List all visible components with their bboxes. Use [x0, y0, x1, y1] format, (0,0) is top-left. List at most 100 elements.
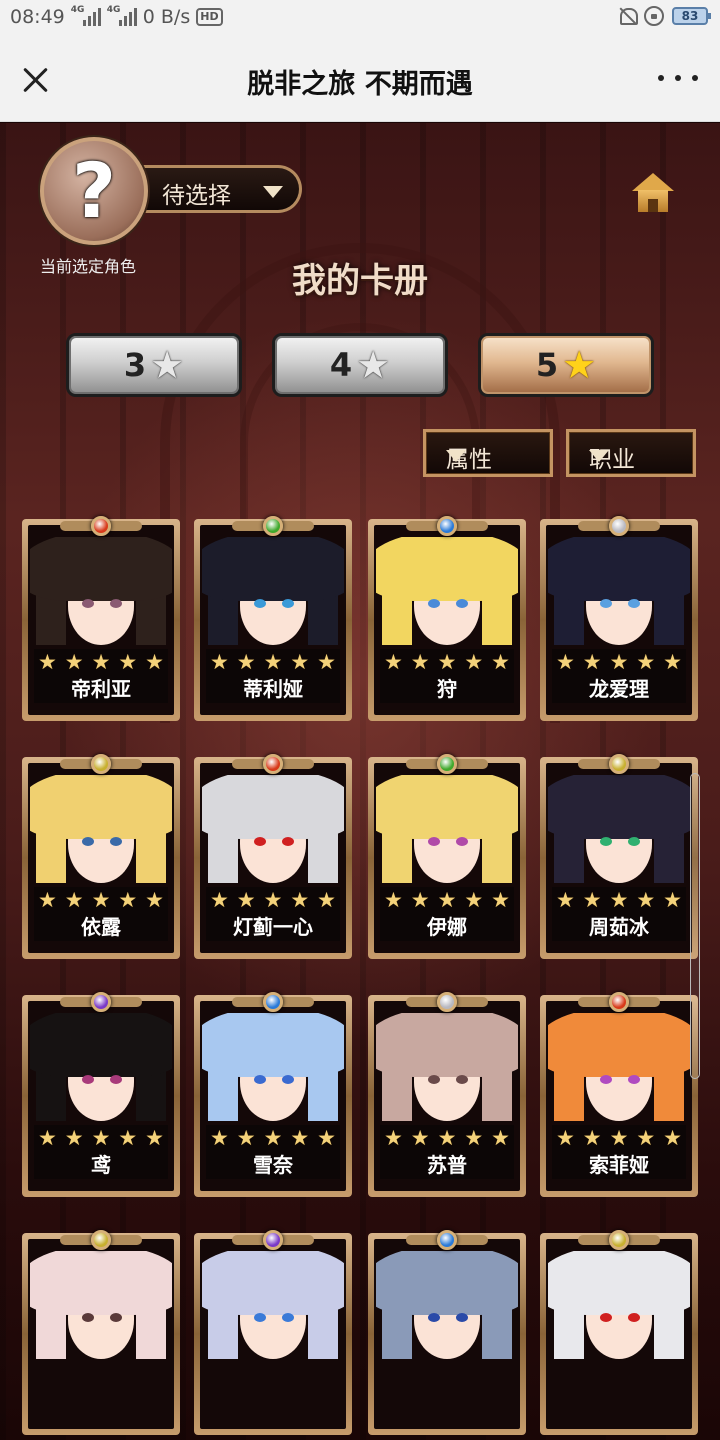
character-card[interactable] [368, 1227, 526, 1435]
selected-character-avatar[interactable]: ? [40, 137, 148, 245]
character-card[interactable]: ★ ★ ★ ★ ★ 索菲娅 [540, 989, 698, 1197]
portrait-hair [548, 537, 690, 601]
star-icon: ★ [209, 649, 229, 674]
tab-3-star-label: 3 [123, 346, 147, 384]
star-icon: ★ [383, 649, 403, 674]
star-icon: ★ [437, 1125, 457, 1150]
card-frame: ★ ★ ★ ★ ★ 雪奈 [194, 995, 352, 1197]
character-card[interactable] [22, 1227, 180, 1435]
star-icon: ★ [663, 1125, 682, 1150]
card-star-rating: ★ ★ ★ ★ ★ [380, 649, 514, 675]
gem-orb [91, 754, 111, 774]
character-select-value: 待选择 [162, 183, 231, 209]
character-card[interactable]: ★ ★ ★ ★ ★ 帝利亚 [22, 513, 180, 721]
star-icon: ★ [464, 1125, 484, 1150]
character-card[interactable]: ★ ★ ★ ★ ★ 狩 [368, 513, 526, 721]
character-select[interactable]: 待选择 [138, 165, 302, 213]
character-name: 雪奈 [206, 1151, 340, 1179]
element-gem-icon [60, 1227, 142, 1253]
card-inner: ★ ★ ★ ★ ★ 伊娜 [374, 763, 520, 953]
tab-3-star[interactable]: 3 ★ [66, 333, 242, 397]
star-icon: ★ [562, 343, 597, 387]
tab-4-star[interactable]: 4 ★ [272, 333, 448, 397]
card-star-rating: ★ ★ ★ ★ ★ [206, 649, 340, 675]
portrait-eye-left [254, 1075, 266, 1084]
status-left: 08:49 4G 4G 0 B/s HD [10, 5, 223, 28]
card-frame: ★ ★ ★ ★ ★ 鸢 [22, 995, 180, 1197]
character-card[interactable]: ★ ★ ★ ★ ★ 龙爱理 [540, 513, 698, 721]
portrait-eye-left [428, 599, 440, 608]
character-name: 鸢 [34, 1151, 168, 1179]
character-portrait [548, 775, 690, 883]
portrait-hair [376, 1013, 518, 1077]
card-star-rating: ★ ★ ★ ★ ★ [34, 649, 168, 675]
star-icon: ★ [91, 649, 111, 674]
card-inner: ★ ★ ★ ★ ★ 依露 [28, 763, 174, 953]
gem-orb [91, 516, 111, 536]
job-filter[interactable]: 职业 [566, 429, 696, 477]
card-inner: ★ ★ ★ ★ ★ 灯蓟一心 [200, 763, 346, 953]
character-card[interactable]: ★ ★ ★ ★ ★ 蒂利娅 [194, 513, 352, 721]
character-card[interactable]: ★ ★ ★ ★ ★ 周茹冰 [540, 751, 698, 959]
portrait-eye-right [110, 837, 122, 846]
character-name: 伊娜 [380, 913, 514, 941]
star-icon: ★ [37, 1125, 57, 1150]
element-gem-icon [60, 751, 142, 777]
character-card[interactable] [540, 1227, 698, 1435]
character-name: 苏普 [380, 1151, 514, 1179]
star-icon: ★ [150, 343, 185, 387]
scrollbar[interactable] [690, 773, 700, 1079]
star-icon: ★ [263, 649, 283, 674]
gem-orb [609, 516, 629, 536]
tab-4-star-label: 4 [329, 346, 353, 384]
page-title: 脱非之旅 不期而遇 [247, 69, 473, 100]
character-portrait [548, 1013, 690, 1121]
character-portrait [376, 1013, 518, 1121]
element-gem-icon [578, 989, 660, 1015]
star-icon: ★ [263, 887, 283, 912]
portrait-eye-left [428, 837, 440, 846]
gem-orb [263, 992, 283, 1012]
character-card[interactable] [194, 1227, 352, 1435]
portrait-hair [548, 775, 690, 839]
element-gem-icon [232, 513, 314, 539]
portrait-hair [202, 537, 344, 601]
element-gem-icon [406, 751, 488, 777]
character-card[interactable]: ★ ★ ★ ★ ★ 苏普 [368, 989, 526, 1197]
network-tag: 4G [70, 5, 85, 15]
card-frame: ★ ★ ★ ★ ★ 龙爱理 [540, 519, 698, 721]
card-inner: ★ ★ ★ ★ ★ 索菲娅 [546, 1001, 692, 1191]
more-icon[interactable] [658, 66, 698, 90]
character-name: 帝利亚 [34, 675, 168, 703]
character-card[interactable]: ★ ★ ★ ★ ★ 鸢 [22, 989, 180, 1197]
character-card[interactable]: ★ ★ ★ ★ ★ 灯蓟一心 [194, 751, 352, 959]
home-icon[interactable] [632, 173, 674, 213]
gem-orb [609, 992, 629, 1012]
tab-5-star[interactable]: 5 ★ [478, 333, 654, 397]
gem-orb [437, 992, 457, 1012]
portrait-eye-left [82, 837, 94, 846]
star-icon: ★ [317, 887, 336, 912]
portrait-eye-right [456, 1313, 468, 1322]
star-icon: ★ [582, 1125, 602, 1150]
portrait-eye-right [456, 1075, 468, 1084]
character-card[interactable]: ★ ★ ★ ★ ★ 依露 [22, 751, 180, 959]
section-title: 我的卡册 [292, 261, 428, 301]
star-icon: ★ [410, 649, 430, 674]
character-card[interactable]: ★ ★ ★ ★ ★ 伊娜 [368, 751, 526, 959]
card-inner: ★ ★ ★ ★ ★ 周茹冰 [546, 763, 692, 953]
character-card[interactable]: ★ ★ ★ ★ ★ 雪奈 [194, 989, 352, 1197]
portrait-hair [376, 1251, 518, 1315]
network-tag-2: 4G [106, 5, 121, 15]
dropdown-arrow-icon [589, 450, 609, 462]
attribute-filter[interactable]: 属性 [423, 429, 553, 477]
card-inner: ★ ★ ★ ★ ★ 苏普 [374, 1001, 520, 1191]
star-icon: ★ [437, 887, 457, 912]
star-icon: ★ [356, 343, 391, 387]
card-frame: ★ ★ ★ ★ ★ 周茹冰 [540, 757, 698, 959]
character-name: 狩 [380, 675, 514, 703]
card-star-rating: ★ ★ ★ ★ ★ [380, 1125, 514, 1151]
signal-icon: 4G [70, 5, 101, 26]
portrait-eye-right [628, 599, 640, 608]
star-icon: ★ [290, 887, 310, 912]
